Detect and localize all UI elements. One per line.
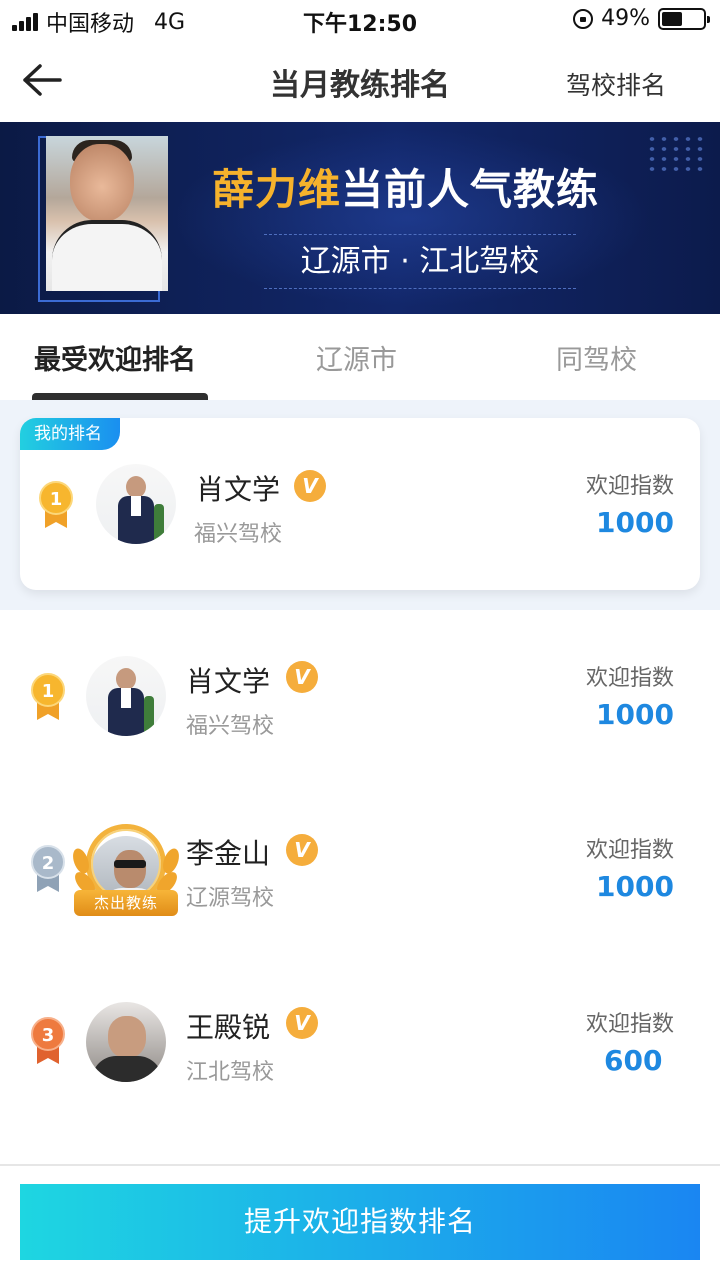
medal-rank-number: 3 bbox=[42, 1025, 55, 1046]
score-value: 1000 bbox=[596, 870, 674, 903]
medal-rank-number: 1 bbox=[50, 489, 63, 510]
gold-medal-icon: 1 bbox=[31, 673, 65, 720]
bronze-medal-icon: 3 bbox=[31, 1017, 65, 1064]
coach-name: 肖文学 bbox=[186, 665, 271, 698]
ranking-tabs: 最受欢迎排名 辽源市 同驾校 bbox=[0, 314, 720, 400]
verified-icon: V bbox=[286, 834, 318, 866]
banner-location: 辽源市 · 江北驾校 bbox=[264, 234, 576, 289]
status-bar: 中国移动 4G 下午12:50 49% bbox=[0, 0, 720, 40]
verified-icon: V bbox=[286, 1007, 318, 1039]
nav-bar: 当月教练排名 驾校排名 bbox=[0, 40, 720, 122]
outstanding-coach-badge: 杰出教练 bbox=[74, 890, 178, 916]
coach-name: 李金山 bbox=[186, 837, 271, 870]
school-ranking-link[interactable]: 驾校排名 bbox=[566, 66, 666, 102]
score-label: 欢迎指数 bbox=[586, 1012, 675, 1037]
tab-city[interactable]: 辽源市 bbox=[316, 338, 397, 377]
bottom-divider bbox=[0, 1164, 720, 1166]
avatar[interactable] bbox=[86, 1002, 166, 1082]
top-coach-photo bbox=[46, 136, 168, 291]
school-name: 辽源驾校 bbox=[186, 886, 275, 911]
battery-fill bbox=[662, 11, 682, 26]
score-value: 1000 bbox=[596, 506, 674, 539]
verified-icon: V bbox=[294, 470, 326, 502]
verified-icon: V bbox=[286, 661, 318, 693]
top-coach-name: 薛力维 bbox=[212, 165, 342, 214]
tab-indicator bbox=[32, 393, 208, 400]
boost-ranking-button[interactable]: 提升欢迎指数排名 bbox=[20, 1184, 700, 1260]
avatar[interactable] bbox=[86, 656, 166, 736]
banner-glow bbox=[150, 122, 670, 314]
score-value: 1000 bbox=[596, 698, 674, 731]
school-name: 福兴驾校 bbox=[194, 522, 283, 547]
tab-same-school[interactable]: 同驾校 bbox=[556, 338, 637, 377]
score-label: 欢迎指数 bbox=[586, 474, 675, 499]
school-name: 江北驾校 bbox=[186, 1060, 275, 1085]
rotation-lock-icon bbox=[573, 8, 594, 29]
gold-medal-icon: 1 bbox=[39, 481, 73, 528]
medal-rank-number: 2 bbox=[42, 853, 55, 874]
coach-name: 王殿锐 bbox=[186, 1011, 271, 1044]
status-right: 49% bbox=[573, 6, 710, 31]
outstanding-coach-laurel: 杰出教练 bbox=[69, 818, 183, 918]
tab-most-popular[interactable]: 最受欢迎排名 bbox=[34, 338, 196, 377]
back-button[interactable] bbox=[20, 62, 64, 98]
silver-medal-icon: 2 bbox=[31, 845, 65, 892]
school-name: 福兴驾校 bbox=[186, 714, 275, 739]
banner-headline: 薛力维当前人气教练 bbox=[212, 156, 599, 217]
score-value: 600 bbox=[604, 1044, 663, 1077]
score-label: 欢迎指数 bbox=[586, 666, 675, 691]
battery-percent: 49% bbox=[601, 6, 650, 31]
banner-dots-decoration bbox=[646, 134, 706, 174]
coach-name: 肖文学 bbox=[196, 473, 281, 506]
score-label: 欢迎指数 bbox=[586, 838, 675, 863]
avatar[interactable] bbox=[96, 464, 176, 544]
arrow-left-icon bbox=[23, 64, 62, 96]
my-ranking-badge: 我的排名 bbox=[20, 418, 120, 450]
banner-title: 当前人气教练 bbox=[341, 165, 600, 214]
medal-rank-number: 1 bbox=[42, 681, 55, 702]
battery-icon bbox=[658, 7, 710, 30]
